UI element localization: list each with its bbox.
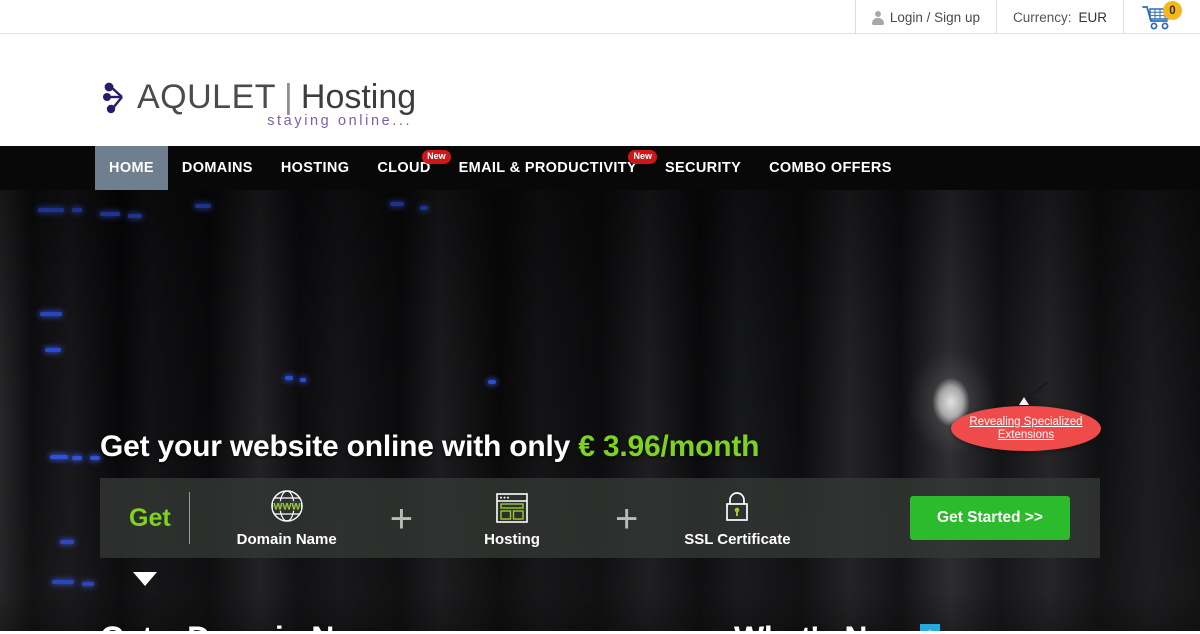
nav-item-email-productivity[interactable]: EMAIL & PRODUCTIVITY New: [445, 146, 657, 190]
nav-item-security[interactable]: SECURITY: [651, 146, 755, 190]
nav-item-domains[interactable]: DOMAINS: [168, 146, 267, 190]
promo-balloon[interactable]: Revealing Specialized Extensions: [951, 406, 1101, 451]
hero-section: Get your website online with only € 3.96…: [0, 190, 1200, 631]
hero-headline-prefix: Get your website online with only: [100, 430, 579, 463]
hero-headline: Get your website online with only € 3.96…: [100, 430, 759, 464]
balloon-knot: [1019, 397, 1029, 405]
domain-search-block: Get a Domain Name With Privacy Protectio…: [100, 620, 640, 631]
nav-label: HOME: [109, 160, 154, 176]
plus-icon: +: [389, 497, 414, 541]
balloon-line-2: Extensions: [997, 428, 1055, 441]
svg-text:WWW: WWW: [273, 502, 300, 513]
bundle-divider: [188, 492, 190, 544]
padlock-icon: [722, 488, 752, 524]
nav-item-hosting[interactable]: HOSTING: [267, 146, 364, 190]
molecule-node-icon: [103, 82, 123, 113]
bundle-item-label: Hosting: [484, 531, 540, 548]
plus-icon: +: [615, 497, 639, 541]
main-navigation: HOME DOMAINS HOSTING CLOUD New EMAIL & P…: [0, 146, 1200, 190]
get-started-button[interactable]: Get Started >>: [910, 496, 1070, 540]
logo-row: AQULET | Hosting: [100, 78, 416, 117]
nav-label: DOMAINS: [181, 160, 253, 176]
nav-item-home[interactable]: HOME: [95, 146, 168, 190]
logo-product: Hosting: [300, 78, 417, 116]
nav-label: COMBO OFFERS: [769, 160, 892, 176]
hero-price: € 3.96/month: [578, 430, 760, 463]
bundle-bar: Get WWW Domain Name + Hosting + SSL Cert…: [100, 478, 1100, 558]
globe-www-icon: WWW: [269, 488, 305, 524]
cart-wrapper: 0: [1140, 0, 1184, 34]
login-signup-link[interactable]: Login / Sign up: [854, 0, 996, 34]
browser-window-icon: [495, 488, 529, 524]
currency-value: EUR: [1078, 9, 1107, 25]
bookmark-star-icon: [920, 623, 941, 631]
whats-new-block: What's New GoogleWorkspace: [734, 620, 1100, 631]
currency-selector[interactable]: Currency: EUR: [995, 0, 1123, 34]
page-root: Login / Sign up Currency: EUR 0 AQULET |…: [0, 0, 1200, 634]
balloon-line-1: Revealing Specialized: [969, 415, 1083, 428]
bundle-item-label: SSL Certificate: [684, 531, 791, 548]
domain-section-title: Get a Domain Name: [100, 620, 640, 631]
user-icon: [871, 10, 884, 25]
logo-divider: |: [284, 78, 293, 116]
cart-button[interactable]: 0: [1123, 0, 1200, 34]
nav-label: HOSTING: [280, 160, 350, 176]
logo-brand: AQULET: [137, 78, 277, 116]
nav-item-combo-offers[interactable]: COMBO OFFERS: [755, 146, 906, 190]
bundle-item-ssl[interactable]: SSL Certificate: [682, 488, 792, 548]
bundle-item-domain[interactable]: WWW Domain Name: [232, 488, 342, 548]
nav-label: SECURITY: [664, 160, 742, 176]
logo-zone: AQULET | Hosting staying online...: [0, 34, 1200, 146]
search-pointer-notch: [133, 572, 157, 586]
bundle-get-label: Get: [129, 503, 171, 532]
whats-new-title: What's New: [734, 620, 910, 631]
login-signup-label: Login / Sign up: [889, 9, 980, 25]
bundle-item-hosting[interactable]: Hosting: [457, 488, 567, 548]
nav-label: EMAIL & PRODUCTIVITY: [458, 160, 637, 176]
top-utility-bar: Login / Sign up Currency: EUR 0: [0, 0, 1200, 34]
whats-new-title-row: What's New: [734, 620, 1100, 631]
site-logo[interactable]: AQULET | Hosting staying online...: [100, 78, 416, 129]
cart-count-badge: 0: [1163, 1, 1182, 20]
currency-label: Currency:: [1012, 9, 1072, 25]
nav-label: CLOUD: [377, 160, 431, 176]
bundle-item-label: Domain Name: [236, 531, 337, 548]
nav-item-cloud[interactable]: CLOUD New: [363, 146, 451, 190]
